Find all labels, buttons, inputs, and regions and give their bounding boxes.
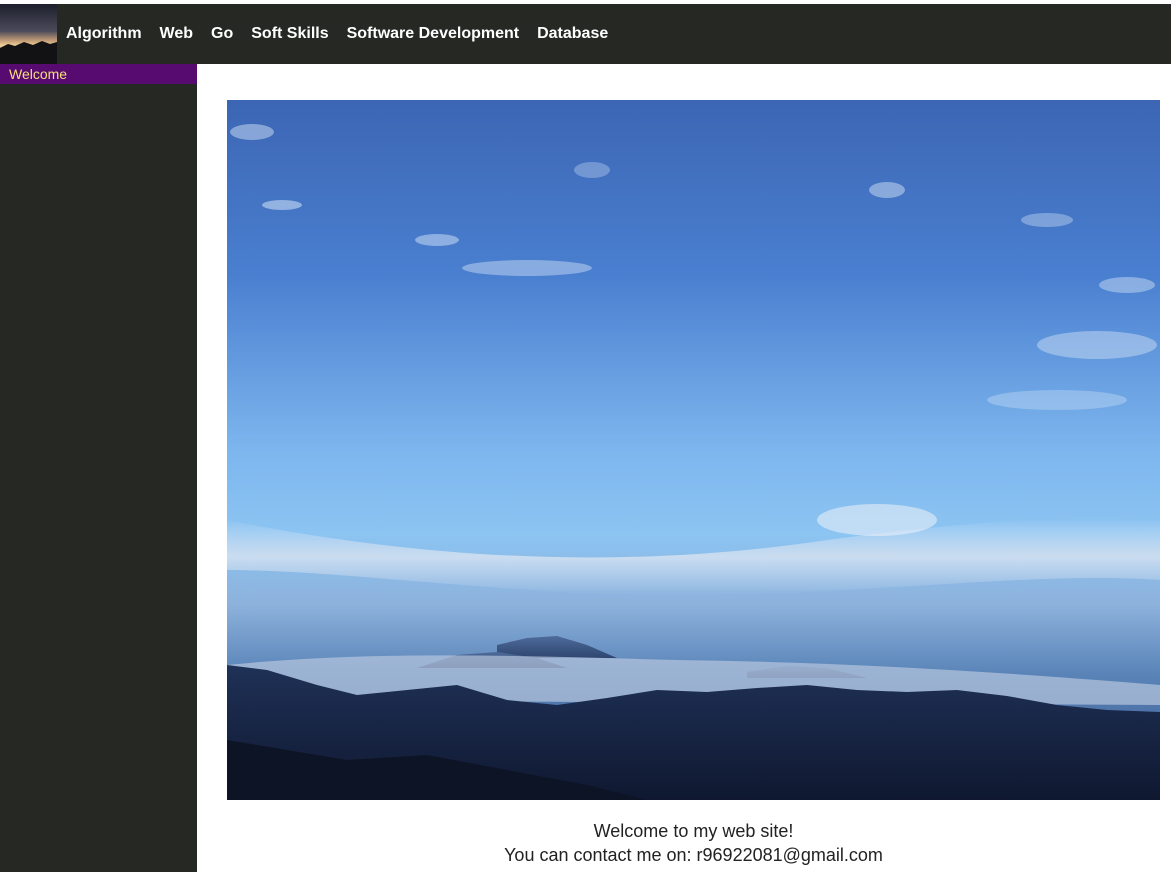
- nav-link-software-development[interactable]: Software Development: [347, 25, 519, 43]
- welcome-text: Welcome to my web site!: [593, 821, 794, 841]
- welcome-caption: Welcome to my web site! You can contact …: [227, 819, 1160, 867]
- mountain-sunset-logo-icon[interactable]: [0, 4, 57, 64]
- contact-text: You can contact me on: r96922081@gmail.c…: [504, 845, 883, 865]
- mountain-sky-photo: [227, 100, 1160, 800]
- sidebar-item-welcome[interactable]: Welcome: [0, 64, 197, 84]
- nav-link-soft-skills[interactable]: Soft Skills: [251, 25, 328, 43]
- nav-link-web[interactable]: Web: [160, 25, 193, 43]
- nav-link-database[interactable]: Database: [537, 25, 608, 43]
- top-navbar: Algorithm Web Go Soft Skills Software De…: [0, 4, 1171, 64]
- nav-link-go[interactable]: Go: [211, 25, 233, 43]
- main-content: Welcome to my web site! You can contact …: [197, 64, 1171, 872]
- nav-link-algorithm[interactable]: Algorithm: [66, 25, 142, 43]
- nav-links: Algorithm Web Go Soft Skills Software De…: [66, 25, 626, 43]
- sidebar: Welcome: [0, 64, 197, 872]
